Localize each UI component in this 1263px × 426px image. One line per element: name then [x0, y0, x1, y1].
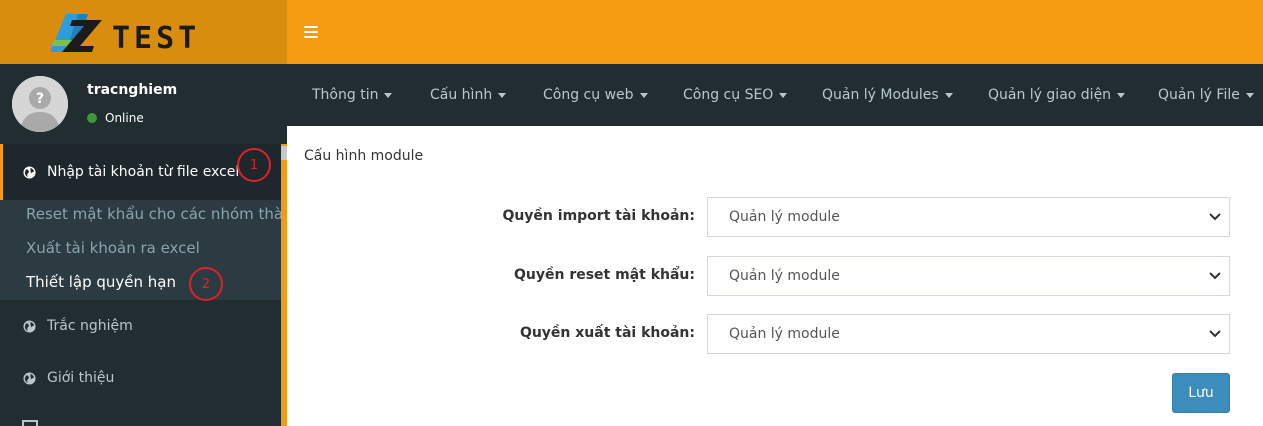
nav-item-label: Quản lý giao diện [988, 87, 1112, 103]
nav-item-themes[interactable]: Quản lý giao diện [988, 87, 1126, 103]
reset-password-permission-label: Quyền reset mật khẩu: [513, 267, 695, 283]
globe-icon [23, 371, 36, 385]
top-bar [287, 0, 1263, 64]
menu-toggle-icon[interactable] [304, 26, 318, 38]
chevron-down-icon [1209, 213, 1221, 221]
nav-item-label: Công cụ SEO [683, 87, 774, 103]
username: tracnghiem [87, 82, 178, 98]
export-permission-label: Quyền xuất tài khoản: [519, 325, 695, 341]
chevron-down-icon [1209, 272, 1221, 280]
page-title: Cấu hình module [304, 148, 424, 164]
caret-down-icon [498, 92, 507, 98]
nav-item-web-tools[interactable]: Công cụ web [543, 87, 648, 103]
submenu-item-export-accounts[interactable]: Xuất tài khoản ra excel [26, 239, 200, 257]
globe-icon [23, 165, 36, 179]
caret-down-icon [384, 92, 393, 98]
caret-down-icon [1245, 92, 1254, 98]
nav-item-label: Cấu hình [430, 87, 493, 103]
main-content: Cấu hình module Quyền import tài khoản: … [287, 126, 1263, 426]
nav-item-label: Quản lý Modules [822, 87, 939, 103]
submenu-item-permissions[interactable]: Thiết lập quyền hạn [26, 273, 176, 291]
nav-item-info[interactable]: Thông tin [312, 87, 393, 103]
reset-password-permission-select[interactable]: Quản lý module [707, 256, 1230, 296]
nav-item-seo-tools[interactable]: Công cụ SEO [683, 87, 788, 103]
sidebar-next-item-icon [22, 420, 38, 426]
caret-down-icon [779, 92, 788, 98]
svg-text:TEST: TEST [112, 21, 200, 54]
sidebar-item-label: Nhập tài khoản từ file excel [47, 164, 240, 180]
top-nav: Thông tin Cấu hình Công cụ web Công cụ S… [287, 64, 1263, 126]
svg-text:?: ? [36, 91, 44, 107]
import-permission-select[interactable]: Quản lý module [707, 197, 1230, 237]
aztest-logo[interactable]: TEST [48, 12, 243, 54]
user-status: Online [87, 111, 144, 125]
user-panel: ? tracnghiem Online [0, 64, 287, 144]
caret-down-icon [639, 92, 648, 98]
user-avatar-icon: ? [12, 76, 68, 132]
online-dot-icon [87, 113, 97, 123]
annotation-badge-2: 2 [189, 267, 223, 301]
nav-item-files[interactable]: Quản lý File [1158, 87, 1254, 103]
select-value: Quản lý module [729, 268, 840, 284]
avatar: ? [12, 76, 68, 132]
nav-item-label: Quản lý File [1158, 87, 1240, 103]
select-value: Quản lý module [729, 326, 840, 342]
chevron-down-icon [1209, 330, 1221, 338]
nav-item-modules[interactable]: Quản lý Modules [822, 87, 953, 103]
sidebar-item-quiz[interactable]: Trắc nghiệm [0, 300, 281, 352]
user-status-label: Online [105, 111, 144, 125]
nav-item-label: Thông tin [312, 87, 379, 103]
nav-item-label: Công cụ web [543, 87, 634, 103]
caret-down-icon [944, 92, 953, 98]
submenu-item-reset-password[interactable]: Reset mật khẩu cho các nhóm thàn [26, 205, 287, 223]
sidebar-item-label: Trắc nghiệm [47, 318, 133, 334]
select-value: Quản lý module [729, 209, 840, 225]
sidebar-item-label: Giới thiệu [47, 370, 115, 386]
brand-area: TEST [0, 0, 287, 64]
caret-down-icon [1117, 92, 1126, 98]
sidebar-submenu: Reset mật khẩu cho các nhóm thàn Xuất tà… [0, 200, 287, 300]
annotation-badge-1: 1 [237, 148, 271, 182]
sidebar: ? tracnghiem Online Nhập tài khoản từ fi… [0, 64, 287, 426]
sidebar-item-about[interactable]: Giới thiệu [0, 352, 281, 404]
import-permission-label: Quyền import tài khoản: [502, 208, 695, 224]
globe-icon [23, 319, 36, 333]
export-permission-select[interactable]: Quản lý module [707, 314, 1230, 354]
save-button[interactable]: Lưu [1172, 373, 1230, 413]
nav-item-config[interactable]: Cấu hình [430, 87, 507, 103]
